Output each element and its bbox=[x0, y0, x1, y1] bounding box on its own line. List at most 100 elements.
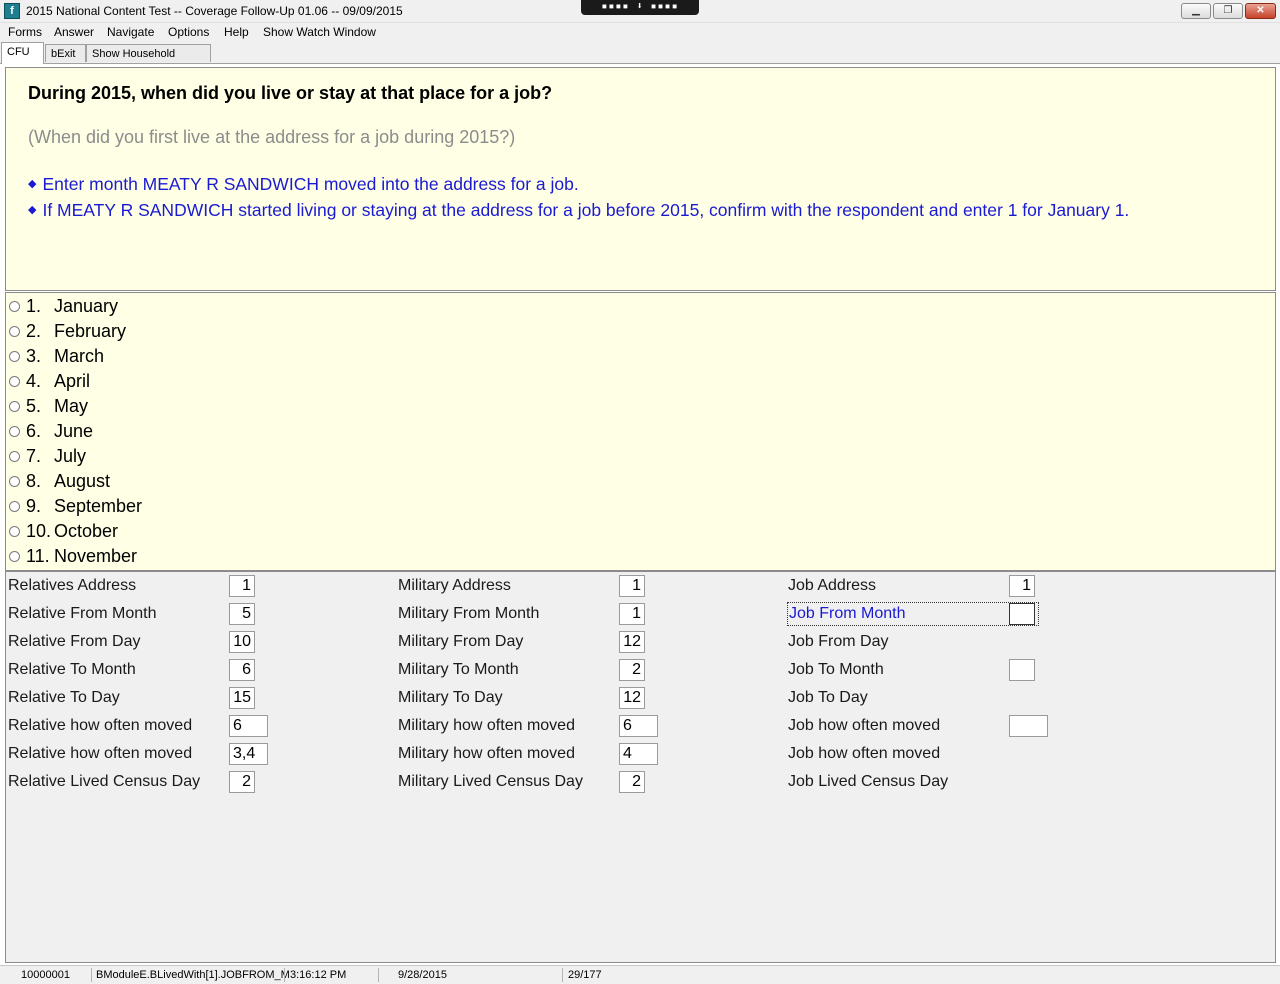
option-number: 2. bbox=[26, 321, 42, 341]
option-number: 3. bbox=[26, 346, 42, 366]
relative-from-day-field[interactable]: 10 bbox=[229, 631, 255, 653]
status-case-id: 10000001 bbox=[21, 969, 70, 981]
status-divider bbox=[378, 968, 379, 982]
field-label: Relative From Day bbox=[8, 633, 141, 650]
option-number: 7. bbox=[26, 446, 42, 466]
field-label: Military Lived Census Day bbox=[398, 773, 583, 790]
option-number: 10. bbox=[26, 521, 52, 541]
option-number: 11. bbox=[26, 546, 50, 566]
question-probe: (When did you first live at the address … bbox=[28, 127, 516, 147]
title-bar: f 2015 National Content Test -- Coverage… bbox=[0, 0, 1280, 23]
menu-answer[interactable]: Answer bbox=[54, 25, 94, 39]
option-label: October bbox=[54, 521, 119, 541]
instruction-line: ◆ Enter month MEATY R SANDWICH moved into… bbox=[28, 174, 579, 195]
status-divider bbox=[284, 968, 285, 982]
radio-button[interactable] bbox=[9, 551, 20, 562]
field-label: Job how often moved bbox=[788, 745, 941, 762]
relatives-address-field[interactable]: 1 bbox=[229, 575, 255, 597]
minimize-button[interactable]: ▁ bbox=[1181, 3, 1211, 19]
option-label: April bbox=[54, 371, 91, 391]
relative-lived-census-day-field[interactable]: 2 bbox=[229, 771, 255, 793]
diamond-bullet-icon: ◆ bbox=[28, 178, 37, 190]
field-label: Job Lived Census Day bbox=[788, 773, 949, 790]
relative-how-often-moved-field[interactable]: 6 bbox=[229, 715, 268, 737]
option-label: February bbox=[54, 321, 127, 341]
field-label: Military Address bbox=[398, 577, 511, 594]
restore-button[interactable]: ❐ bbox=[1213, 3, 1243, 19]
question-pane: During 2015, when did you live or stay a… bbox=[5, 67, 1276, 291]
question-text: During 2015, when did you live or stay a… bbox=[28, 83, 553, 103]
option-label: September bbox=[54, 496, 143, 516]
radio-button[interactable] bbox=[9, 501, 20, 512]
option-number: 4. bbox=[26, 371, 42, 391]
menu-forms[interactable]: Forms bbox=[8, 25, 42, 39]
radio-button[interactable] bbox=[9, 476, 20, 487]
option-label: July bbox=[54, 446, 87, 466]
radio-button[interactable] bbox=[9, 526, 20, 537]
military-from-month-field[interactable]: 1 bbox=[619, 603, 645, 625]
field-label: Military To Day bbox=[398, 689, 503, 706]
option-number: 6. bbox=[26, 421, 42, 441]
close-button[interactable]: ✕ bbox=[1245, 3, 1276, 19]
military-from-day-field[interactable]: 12 bbox=[619, 631, 645, 653]
field-label: Relative From Month bbox=[8, 605, 157, 622]
menu-navigate[interactable]: Navigate bbox=[107, 25, 154, 39]
status-field-path: BModuleE.BLivedWith[1].JOBFROM_M bbox=[96, 969, 290, 981]
job-how-often-moved-field[interactable] bbox=[1009, 715, 1048, 737]
tab-show-household-roster[interactable]: Show Household Roster bbox=[86, 44, 211, 78]
radio-button[interactable] bbox=[9, 301, 20, 312]
field-label: Job how often moved bbox=[788, 717, 941, 734]
option-label: June bbox=[54, 421, 94, 441]
status-divider bbox=[562, 968, 563, 982]
military-address-field[interactable]: 1 bbox=[619, 575, 645, 597]
window-title: 2015 National Content Test -- Coverage F… bbox=[26, 4, 403, 18]
field-label: Job To Month bbox=[788, 661, 884, 678]
field-label: Job From Day bbox=[788, 633, 889, 650]
job-to-month-field[interactable] bbox=[1009, 659, 1035, 681]
military-how-often-moved-field[interactable]: 4 bbox=[619, 743, 658, 765]
answer-options-pane: 1. January 2. February 3. March 4. April 5. M… bbox=[5, 292, 1276, 571]
field-label: Relative To Month bbox=[8, 661, 136, 678]
radio-button[interactable] bbox=[9, 451, 20, 462]
field-label: Relatives Address bbox=[8, 577, 137, 594]
relative-to-day-field[interactable]: 15 bbox=[229, 687, 255, 709]
status-date: 9/28/2015 bbox=[398, 969, 447, 981]
option-number: 5. bbox=[26, 396, 42, 416]
relative-from-month-field[interactable]: 5 bbox=[229, 603, 255, 625]
instruction-text: Enter month MEATY R SANDWICH moved into … bbox=[42, 174, 579, 194]
radio-button[interactable] bbox=[9, 326, 20, 337]
field-label: Relative Lived Census Day bbox=[8, 773, 201, 790]
radio-button[interactable] bbox=[9, 351, 20, 362]
field-grid-pane: Relatives Address 1 Relative From Month … bbox=[5, 571, 1276, 963]
relative-how-often-moved-field[interactable]: 3,4 bbox=[229, 743, 268, 765]
option-number: 8. bbox=[26, 471, 42, 491]
menu-bar: Forms Answer Navigate Options Help Show … bbox=[0, 23, 1280, 42]
job-from-month-field[interactable] bbox=[1009, 603, 1035, 625]
radio-button[interactable] bbox=[9, 401, 20, 412]
menu-help[interactable]: Help bbox=[224, 25, 249, 39]
tab-bexit[interactable]: bExit bbox=[45, 44, 86, 62]
field-label: Relative how often moved bbox=[8, 745, 193, 762]
relative-to-month-field[interactable]: 6 bbox=[229, 659, 255, 681]
field-label: Relative To Day bbox=[8, 689, 120, 706]
status-time: 3:16:12 PM bbox=[290, 969, 347, 981]
option-label: May bbox=[54, 396, 89, 416]
field-label: Job Address bbox=[788, 577, 877, 594]
field-label: Job To Day bbox=[788, 689, 868, 706]
option-label: November bbox=[54, 546, 138, 566]
radio-button[interactable] bbox=[9, 426, 20, 437]
remote-session-toolbar[interactable]: ▪▪▪▪ ⬇ ▪▪▪▪ bbox=[581, 0, 699, 15]
military-lived-census-day-field[interactable]: 2 bbox=[619, 771, 645, 793]
military-to-day-field[interactable]: 12 bbox=[619, 687, 645, 709]
job-from-month-label-active: Job From Month bbox=[787, 602, 1039, 626]
tab-cfu[interactable]: CFU bbox=[1, 42, 44, 64]
option-number: 1. bbox=[26, 296, 42, 316]
radio-button[interactable] bbox=[9, 376, 20, 387]
menu-options[interactable]: Options bbox=[168, 25, 209, 39]
field-label: Military how often moved bbox=[398, 717, 575, 734]
menu-show-watch-window[interactable]: Show Watch Window bbox=[263, 25, 376, 39]
military-to-month-field[interactable]: 2 bbox=[619, 659, 645, 681]
field-label: Military From Month bbox=[398, 605, 540, 622]
military-how-often-moved-field[interactable]: 6 bbox=[619, 715, 658, 737]
job-address-field[interactable]: 1 bbox=[1009, 575, 1035, 597]
